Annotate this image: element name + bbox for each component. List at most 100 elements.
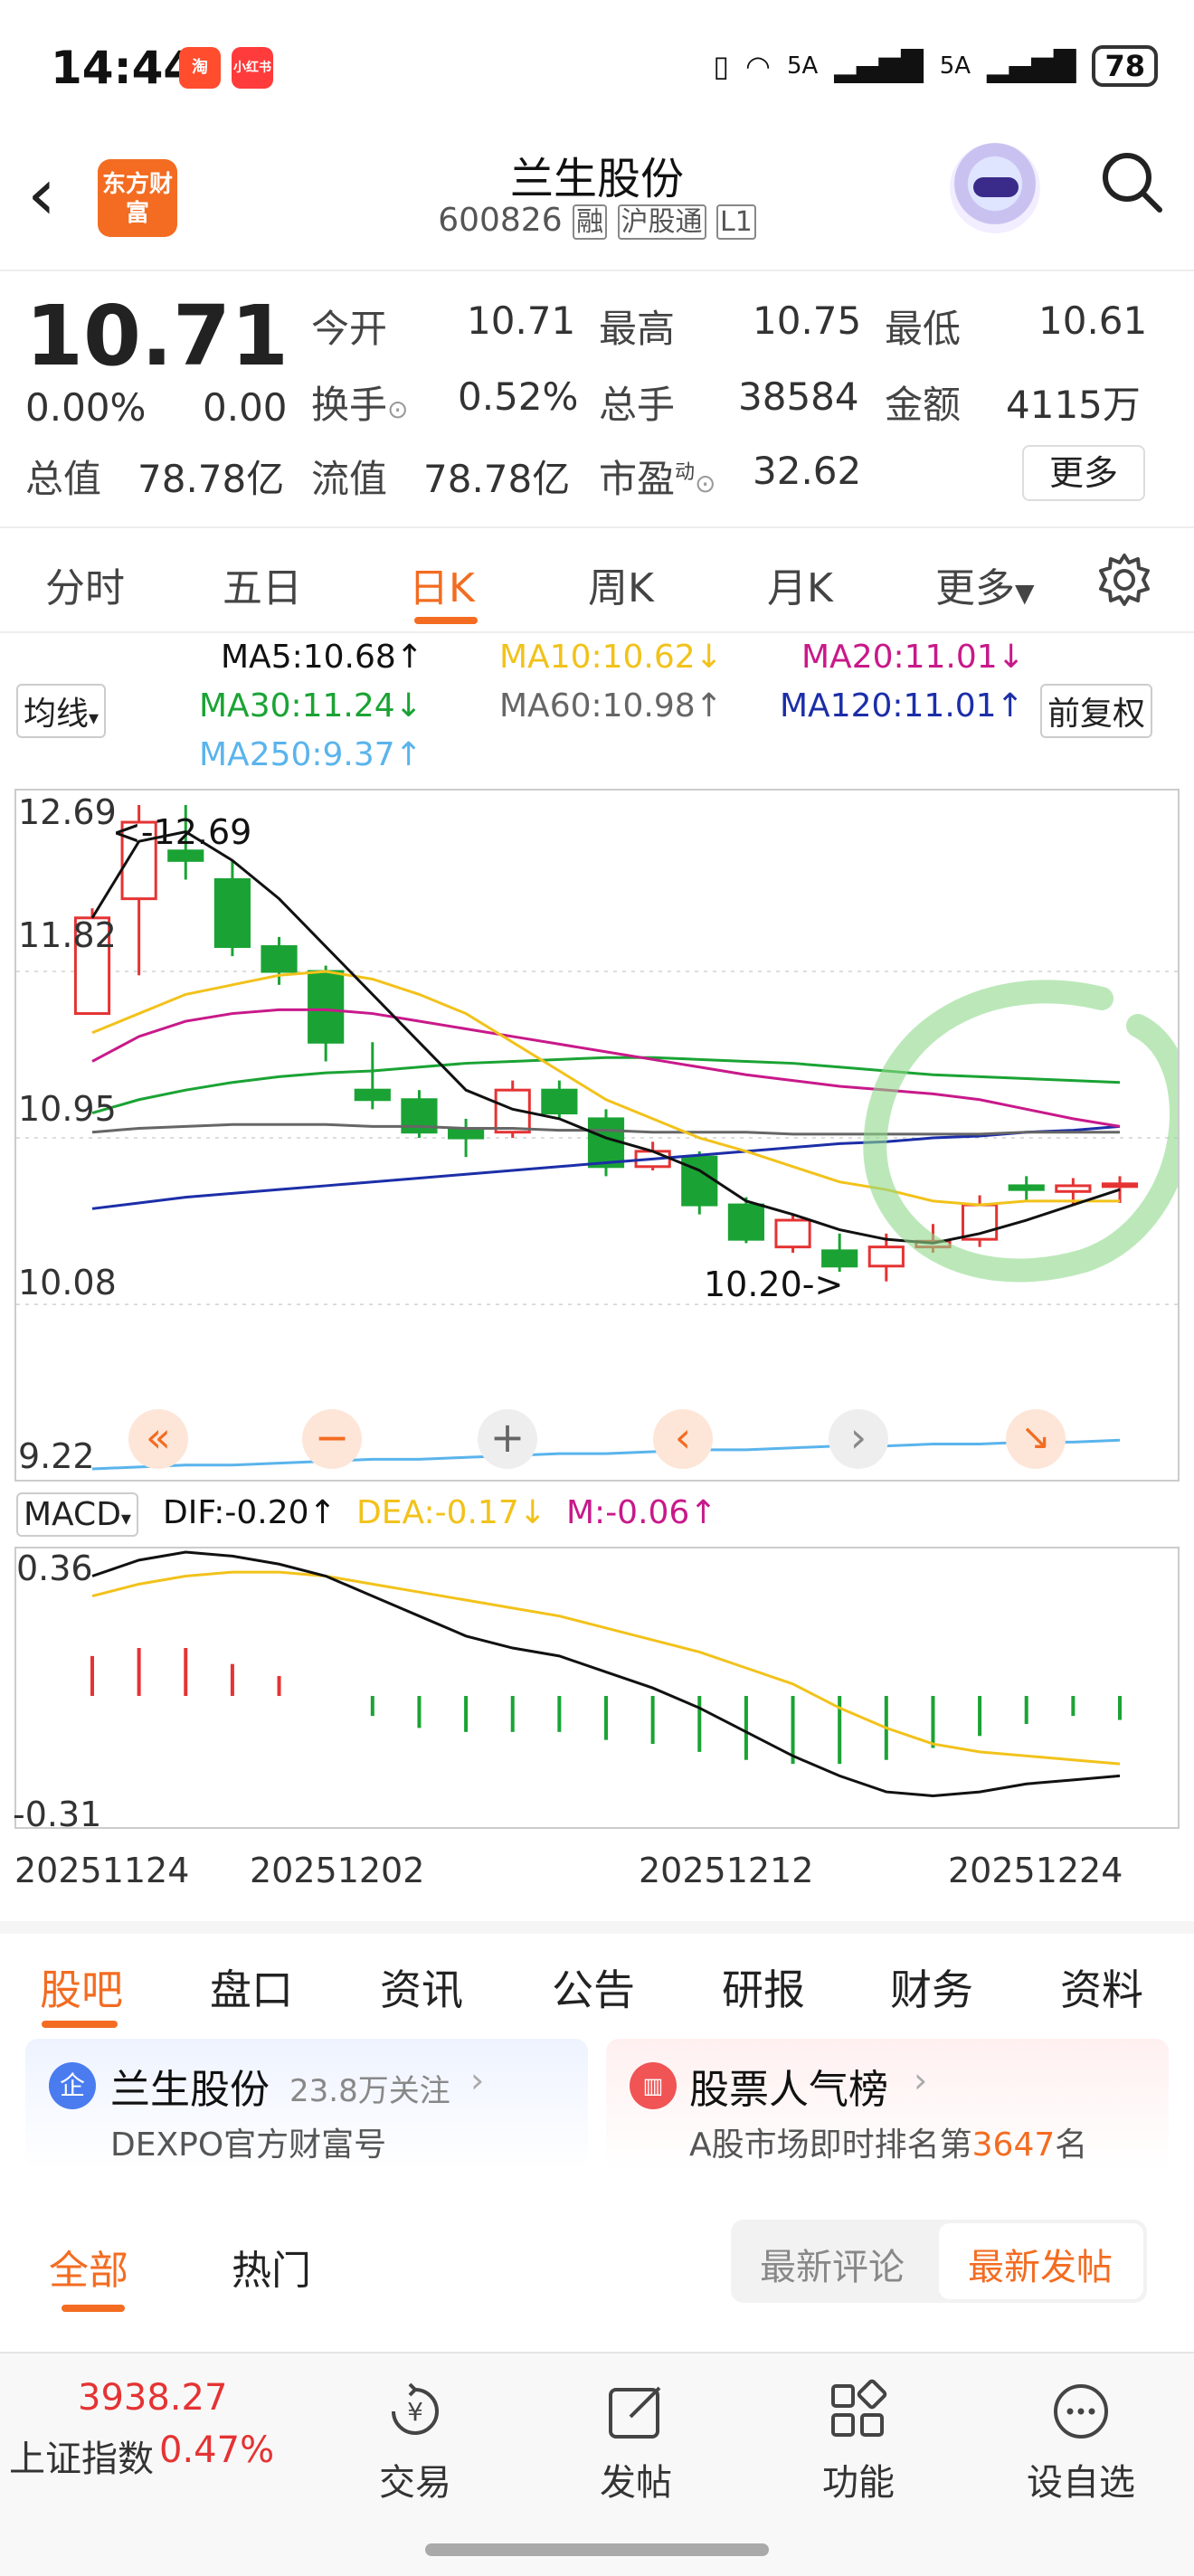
candle-body xyxy=(167,849,204,862)
more-button[interactable]: 更多 xyxy=(1022,445,1145,501)
ma-indicator-select[interactable]: 均线▾ xyxy=(16,684,107,738)
adjust-select[interactable]: 前复权 xyxy=(1040,684,1153,738)
y-tick-4: 10.08 xyxy=(18,1263,117,1302)
candle-body xyxy=(354,1088,391,1102)
tab-more[interactable]: 更多▼ xyxy=(935,555,1035,613)
signal-label-2: 5A xyxy=(939,52,971,80)
tab-pankou[interactable]: 盘口 xyxy=(210,1957,293,2017)
candle-body xyxy=(1055,1184,1092,1193)
tab-news[interactable]: 资讯 xyxy=(380,1957,463,2017)
sort-latest-post[interactable]: 最新发帖 xyxy=(968,2238,1113,2290)
dea-legend: DEA:-0.17↓ xyxy=(356,1494,546,1531)
turnover-label: 换手⊙ xyxy=(311,383,409,427)
assistant-robot-icon[interactable] xyxy=(950,143,1040,233)
candle-body xyxy=(213,877,251,949)
index-name[interactable]: 上证指数 xyxy=(9,2429,154,2482)
sort-latest-comment[interactable]: 最新评论 xyxy=(760,2238,905,2290)
ma5-legend: MA5:10.68↑ xyxy=(221,639,423,676)
nav-trade[interactable]: ¥ 交易 xyxy=(356,2379,474,2505)
rewind-button[interactable]: « xyxy=(128,1409,188,1469)
stock-code: 600826 xyxy=(438,202,563,239)
pe-sup: 动 xyxy=(675,461,696,484)
candle-body xyxy=(261,945,298,973)
ma30-legend: MA30:11.24↓ xyxy=(199,687,422,724)
tab-finance[interactable]: 财务 xyxy=(890,1957,973,2017)
nav-post-label: 发帖 xyxy=(600,2462,672,2504)
macd-chart[interactable] xyxy=(16,1548,1178,1827)
turnover-value: 0.52% xyxy=(458,374,579,419)
low-marker: 10.20-> xyxy=(704,1264,844,1304)
tab-profile[interactable]: 资料 xyxy=(1060,1957,1143,2017)
tab-intraday[interactable]: 分时 xyxy=(45,555,125,613)
ranking-chart-icon: ▥ xyxy=(630,2062,677,2109)
info-icon[interactable]: ⊙ xyxy=(695,469,715,498)
open-label: 今开 xyxy=(311,307,388,351)
nav-functions-label: 功能 xyxy=(822,2462,895,2504)
scroll-right-button[interactable]: › xyxy=(829,1409,888,1469)
float-value: 78.78亿 xyxy=(423,457,571,501)
m-legend: M:-0.06↑ xyxy=(566,1494,717,1531)
connect-tag: 沪股通 xyxy=(617,204,706,240)
ma10-legend: MA10:10.62↓ xyxy=(499,639,723,676)
macd-chart-frame[interactable] xyxy=(14,1547,1180,1829)
vibrate-icon: ▯ xyxy=(713,49,730,83)
tab-weekly-k[interactable]: 周K xyxy=(588,555,654,613)
high-label: 最高 xyxy=(599,307,676,351)
zoom-in-button[interactable]: + xyxy=(478,1409,537,1469)
scroll-left-button[interactable]: ‹ xyxy=(653,1409,713,1469)
candle-body xyxy=(448,1126,485,1140)
search-icon[interactable] xyxy=(1096,147,1169,219)
gear-icon[interactable] xyxy=(1096,552,1152,608)
info-icon[interactable]: ⊙ xyxy=(387,394,408,424)
nav-customize[interactable]: 设自选 xyxy=(1022,2379,1140,2505)
tab-five-day[interactable]: 五日 xyxy=(223,555,302,613)
popularity-card[interactable]: ▥ 股票人气榜 › A股市场即时排名第3647名 xyxy=(606,2039,1169,2171)
status-bar: 14:44 淘 小红书 ▯ ◠ 5A ▂▄▆█ 5A ▂▄▆█ 78 xyxy=(0,0,1194,136)
mktcap-value: 78.78亿 xyxy=(137,457,285,501)
chevron-right-icon: › xyxy=(914,2060,928,2100)
signal-label-1: 5A xyxy=(786,52,819,80)
nav-post[interactable]: 发帖 xyxy=(577,2379,695,2505)
popularity-card-sub: A股市场即时排名第3647名 xyxy=(689,2126,1088,2164)
filter-all[interactable]: 全部 xyxy=(49,2238,128,2296)
nav-functions[interactable]: 功能 xyxy=(800,2379,917,2505)
index-value[interactable]: 3938.27 xyxy=(78,2377,227,2419)
macd-y-bottom: -0.31 xyxy=(13,1795,102,1834)
tab-daily-k[interactable]: 日K xyxy=(409,555,475,613)
kline-chart-frame[interactable] xyxy=(14,789,1180,1482)
company-card-title: 兰生股份 xyxy=(110,2067,270,2113)
amount-value: 4115万 xyxy=(1006,383,1141,427)
candle-body xyxy=(867,1245,905,1268)
company-card[interactable]: 企 兰生股份 23.8万关注 › DEXPO官方财富号 xyxy=(25,2039,588,2171)
ma250-legend: MA250:9.37↑ xyxy=(199,736,422,773)
tab-monthly-k[interactable]: 月K xyxy=(767,555,833,613)
ma30-line xyxy=(91,1056,1121,1115)
tab-announcements[interactable]: 公告 xyxy=(552,1957,635,2017)
filter-hot[interactable]: 热门 xyxy=(232,2238,311,2296)
kline-chart[interactable] xyxy=(16,791,1178,1480)
y-tick-top: 12.69 xyxy=(18,792,117,832)
tab-guba[interactable]: 股吧 xyxy=(40,1957,123,2017)
open-value: 10.71 xyxy=(467,298,576,343)
company-followers: 23.8万关注 xyxy=(289,2073,450,2109)
volume-value: 38584 xyxy=(738,374,859,419)
period-tabs: 分时 五日 日K 周K 月K 更多▼ xyxy=(0,526,1194,633)
ma60-legend: MA60:10.98↑ xyxy=(499,687,723,724)
dif-legend: DIF:-0.20↑ xyxy=(163,1494,336,1531)
wifi-icon: ◠ xyxy=(745,49,771,83)
fullscreen-button[interactable]: ↘ xyxy=(1006,1409,1066,1469)
company-card-sub: DEXPO官方财富号 xyxy=(110,2126,387,2164)
svg-text:¥: ¥ xyxy=(407,2397,423,2427)
level-tag: L1 xyxy=(715,204,756,240)
signal-bars-icon: ▂▄▆█ xyxy=(834,49,924,83)
tab-research[interactable]: 研报 xyxy=(722,1957,805,2017)
ma250-line xyxy=(91,1438,1121,1471)
chevron-right-icon: › xyxy=(470,2060,485,2100)
macd-indicator-select[interactable]: MACD▾ xyxy=(16,1492,138,1537)
ma20-legend: MA20:11.01↓ xyxy=(801,639,1025,676)
candle-body xyxy=(1008,1184,1045,1191)
popularity-rank: 3647 xyxy=(971,2126,1056,2164)
ma20-line xyxy=(91,1008,1121,1128)
more-circle-icon xyxy=(1054,2384,1108,2439)
zoom-out-button[interactable]: − xyxy=(302,1409,362,1469)
